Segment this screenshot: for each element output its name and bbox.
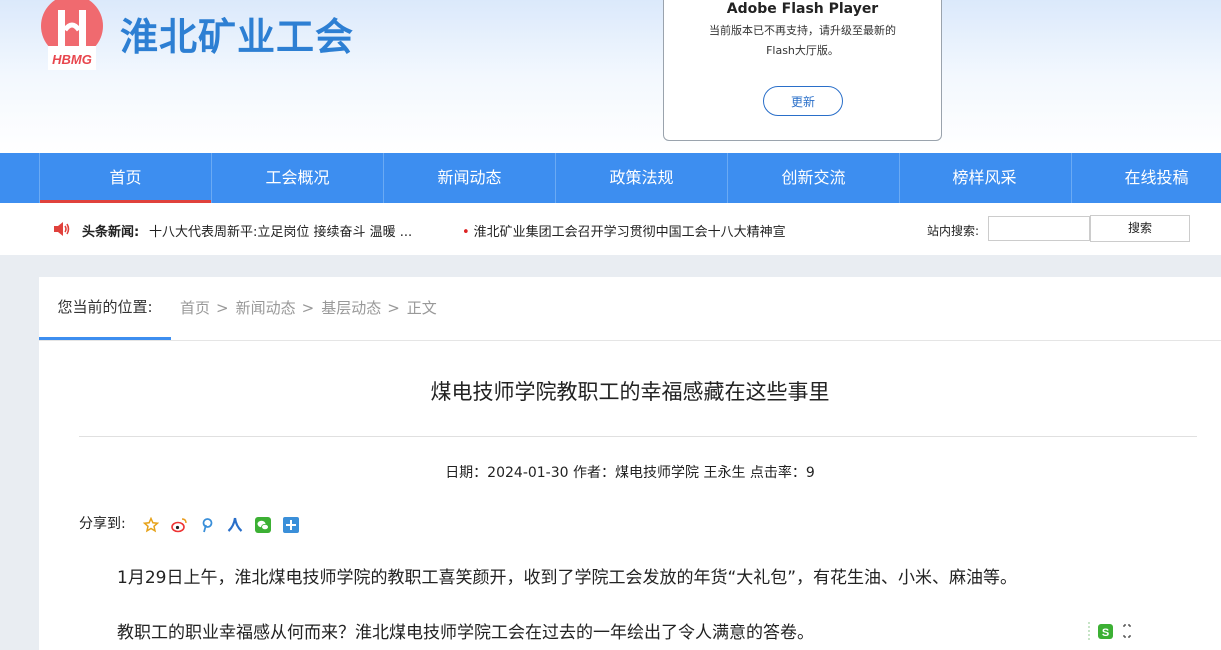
breadcrumb-trail: 首页 > 新闻动态 > 基层动态 > 正文 bbox=[180, 297, 437, 318]
ticker-news-item[interactable]: • 淮北矿业集团工会召开学习贯彻中国工会十八大精神宣 bbox=[462, 221, 786, 240]
article-meta: 日期：2024-01-30 作者：煤电技师学院 王永生 点击率：9 bbox=[445, 465, 815, 481]
nav-item-policies[interactable]: 政策法规 bbox=[556, 153, 727, 203]
flash-popup-title: Adobe Flash Player bbox=[726, 1, 879, 17]
speaker-icon bbox=[54, 222, 70, 236]
svg-text:HBMG: HBMG bbox=[52, 52, 92, 67]
nav-item-union-overview[interactable]: 工会概况 bbox=[212, 153, 383, 203]
flash-update-button[interactable]: 更新 bbox=[763, 86, 843, 116]
floating-tools: S bbox=[1088, 620, 1138, 646]
article-title: 煤电技师学院教职工的幸福感藏在这些事里 bbox=[430, 380, 830, 404]
renren-icon[interactable] bbox=[227, 517, 243, 533]
site-search-input[interactable] bbox=[988, 216, 1090, 241]
breadcrumb-separator: > bbox=[301, 299, 315, 317]
hbmg-logo[interactable]: HBMG bbox=[40, 0, 104, 70]
article-paragraph: 教职工的职业幸福感从何而来？淮北煤电技师学院工会在过去的一年绘出了令人满意的答卷… bbox=[117, 623, 814, 643]
breadcrumb-news[interactable]: 新闻动态 bbox=[236, 299, 296, 317]
more-share-icon[interactable] bbox=[283, 516, 300, 533]
breadcrumb-home[interactable]: 首页 bbox=[180, 299, 210, 317]
headline-news-label: 头条新闻: bbox=[82, 225, 140, 240]
nav-item-home[interactable]: 首页 bbox=[40, 153, 211, 203]
svg-text:S: S bbox=[1102, 627, 1109, 639]
site-title[interactable]: 淮北矿业工会 bbox=[120, 6, 354, 61]
main-nav: 首页 工会概况 新闻动态 政策法规 创新交流 榜样风采 在线投稿 bbox=[0, 153, 1221, 203]
bullet-icon: • bbox=[462, 225, 470, 240]
breadcrumb-separator: > bbox=[387, 299, 400, 317]
title-divider bbox=[79, 436, 1197, 437]
breadcrumb-current: 正文 bbox=[406, 299, 437, 317]
nav-item-news[interactable]: 新闻动态 bbox=[384, 153, 555, 203]
pinterest-icon[interactable] bbox=[199, 517, 215, 533]
nav-item-submit-online[interactable]: 在线投稿 bbox=[1071, 153, 1221, 203]
article-paragraph: 1月29日上午，淮北煤电技师学院的教职工喜笑颜开，收到了学院工会发放的年货“大礼… bbox=[117, 568, 1018, 588]
share-icons bbox=[142, 514, 306, 533]
share-label: 分享到: bbox=[79, 516, 126, 532]
breadcrumb-grassroots[interactable]: 基层动态 bbox=[321, 299, 381, 317]
flash-player-popup: Adobe Flash Player 当前版本已不再支持，请升级至最新的Flas… bbox=[663, 0, 942, 141]
breadcrumb: 您当前的位置: 首页 > 新闻动态 > 基层动态 > 正文 bbox=[39, 277, 1221, 341]
article-panel: 您当前的位置: 首页 > 新闻动态 > 基层动态 > 正文 煤电技师学院教职工的幸福感藏在这… bbox=[39, 277, 1221, 650]
search-button[interactable]: 搜索 bbox=[1090, 215, 1190, 242]
nav-item-role-models[interactable]: 榜样风采 bbox=[899, 153, 1070, 203]
site-search-label: 站内搜索: bbox=[927, 224, 980, 238]
breadcrumb-separator: > bbox=[216, 299, 229, 317]
site-header: HBMG 淮北矿业工会 Adobe Flash Player 当前版本已不再支持… bbox=[0, 0, 1221, 153]
favorite-icon[interactable] bbox=[142, 516, 160, 533]
flash-popup-text: 当前版本已不再支持，请升级至最新的Flash大厅版。 bbox=[709, 24, 896, 57]
nav-item-innovation[interactable]: 创新交流 bbox=[728, 153, 899, 203]
weibo-icon[interactable] bbox=[171, 517, 187, 533]
floating-s-icon[interactable]: S bbox=[1088, 620, 1138, 642]
ticker-news-text[interactable]: 淮北矿业集团工会召开学习贯彻中国工会十八大精神宣 bbox=[474, 225, 786, 240]
headline-news-link[interactable]: 十八大代表周新平:立足岗位 接续奋斗 温暖 ... bbox=[149, 221, 429, 240]
wechat-icon[interactable] bbox=[255, 516, 272, 533]
breadcrumb-label: 您当前的位置: bbox=[39, 277, 171, 340]
